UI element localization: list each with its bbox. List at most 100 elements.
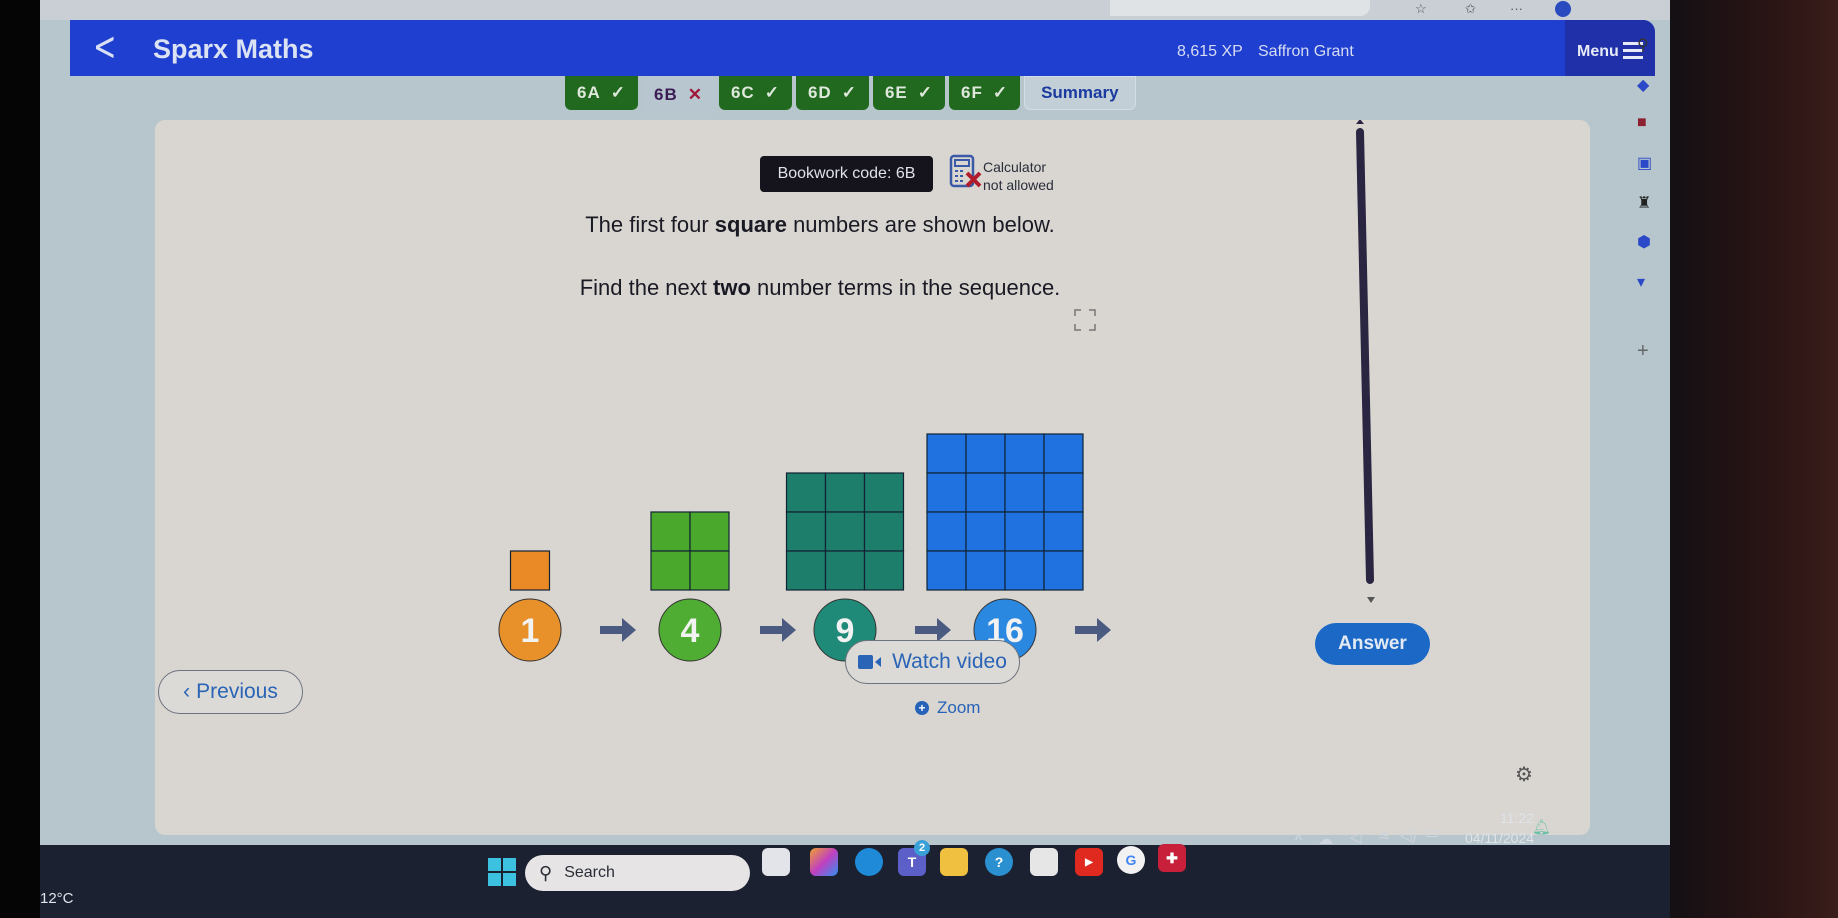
check-icon: ✓ bbox=[917, 83, 933, 102]
xp-counter: 8,615 XP bbox=[1177, 43, 1243, 60]
battery-icon[interactable]: ▭ bbox=[1425, 824, 1439, 842]
google-icon[interactable]: G bbox=[1117, 846, 1145, 874]
unit-square bbox=[926, 472, 967, 513]
add-icon[interactable]: + bbox=[1637, 340, 1649, 363]
tab-6d[interactable]: 6D ✓ bbox=[795, 76, 869, 110]
tab-summary[interactable]: Summary bbox=[1024, 76, 1136, 110]
answer-button[interactable]: Answer bbox=[1315, 623, 1430, 665]
unit-square bbox=[965, 511, 1006, 552]
windows-start-icon[interactable] bbox=[488, 858, 516, 886]
image-zoom-icon bbox=[1074, 309, 1096, 331]
chevron-up-icon[interactable]: ^ bbox=[1295, 832, 1302, 849]
clock-date: 04/11/2024 bbox=[1465, 830, 1535, 846]
edge-browser-icon[interactable] bbox=[855, 848, 883, 876]
help-icon[interactable]: ? bbox=[985, 848, 1013, 876]
cross-icon: ✕ bbox=[687, 85, 703, 104]
taskbar-search-input[interactable]: ⚲ Search bbox=[525, 855, 750, 891]
unit-square bbox=[1004, 433, 1045, 474]
teams-notification-badge: 2 bbox=[914, 840, 930, 856]
unit-square bbox=[1004, 550, 1045, 591]
unit-square bbox=[650, 550, 691, 591]
tab-6f[interactable]: 6F ✓ bbox=[948, 76, 1021, 110]
tab-6e[interactable]: 6E ✓ bbox=[872, 76, 945, 110]
unit-square bbox=[1043, 433, 1084, 474]
square-numbers-figure: 1 4 9 16 bbox=[498, 309, 1111, 662]
volume-icon[interactable]: ◁) bbox=[1400, 826, 1417, 844]
unit-square bbox=[965, 433, 1006, 474]
unit-square bbox=[863, 511, 905, 552]
unit-square bbox=[926, 550, 967, 591]
unit-square bbox=[1043, 511, 1084, 552]
microsoft-store-icon[interactable] bbox=[1030, 848, 1058, 876]
unit-square bbox=[1043, 472, 1084, 513]
profile-icon[interactable] bbox=[1555, 1, 1571, 17]
address-bar[interactable] bbox=[1110, 0, 1370, 16]
unit-square bbox=[650, 511, 691, 552]
calculator-label: Calculator bbox=[983, 159, 1047, 175]
video-camera-icon bbox=[858, 655, 882, 669]
chevron-left-icon: ‹ bbox=[183, 680, 191, 703]
question-line-1: The first four square numbers are shown … bbox=[155, 212, 1485, 238]
unit-square bbox=[863, 472, 905, 513]
tag-icon[interactable]: ◆ bbox=[1637, 75, 1649, 95]
tab-6a[interactable]: 6A ✓ bbox=[565, 76, 638, 110]
unit-square bbox=[863, 550, 905, 591]
task-view-icon[interactable] bbox=[762, 848, 790, 876]
youtube-icon[interactable]: ▶ bbox=[1075, 848, 1103, 876]
star-icon[interactable]: ☆ bbox=[1415, 1, 1427, 17]
file-explorer-icon[interactable] bbox=[940, 848, 968, 876]
menu-label: Menu bbox=[1577, 43, 1619, 60]
unit-square bbox=[965, 550, 1006, 591]
arrow-right-icon bbox=[1075, 618, 1111, 642]
task-tabs: 6A ✓ 6B ✕ 6C ✓ 6D ✓ 6E ✓ 6F ✓ Summary bbox=[565, 76, 1140, 114]
unit-square bbox=[926, 433, 967, 474]
scrollbar[interactable] bbox=[1350, 120, 1380, 610]
copilot-icon[interactable] bbox=[810, 848, 838, 876]
unit-square bbox=[1004, 511, 1045, 552]
calculator-rule: not allowed bbox=[983, 177, 1054, 193]
search-icon[interactable]: ⚲ bbox=[1637, 35, 1649, 55]
calculator-not-allowed-icon bbox=[949, 154, 982, 188]
unit-square bbox=[785, 550, 827, 591]
teams-icon[interactable]: T2 bbox=[898, 840, 930, 876]
unit-square bbox=[1004, 472, 1045, 513]
chevron-left-icon[interactable]: < bbox=[93, 24, 116, 70]
outlook-icon[interactable]: ▣ bbox=[1637, 153, 1652, 173]
weather-temperature[interactable]: 12°C bbox=[40, 890, 74, 907]
tab-6c[interactable]: 6C ✓ bbox=[718, 76, 792, 110]
screen: ☆ ✩ ··· < Sparx Maths 8,615 XP Saffron G… bbox=[40, 0, 1670, 918]
term-value: 9 bbox=[836, 612, 855, 650]
briefcase-icon[interactable]: ■ bbox=[1637, 114, 1647, 132]
screen-bezel-left bbox=[0, 0, 40, 918]
onedrive-cloud-icon[interactable]: ☁ bbox=[1318, 830, 1333, 848]
check-icon: ✓ bbox=[992, 83, 1009, 102]
bookmark-icon[interactable]: ▾ bbox=[1637, 272, 1645, 292]
check-icon: ✓ bbox=[764, 83, 780, 102]
unit-square bbox=[689, 550, 730, 591]
settings-hex-icon[interactable]: ⬢ bbox=[1637, 232, 1651, 252]
favorites-icon[interactable]: ✩ bbox=[1465, 1, 1476, 17]
more-icon[interactable]: ··· bbox=[1510, 1, 1523, 16]
zoom-label: Zoom bbox=[937, 698, 981, 717]
tab-label: 6E bbox=[884, 83, 908, 102]
tab-label: 6B bbox=[653, 85, 678, 104]
app-header: < Sparx Maths 8,615 XP Saffron Grant Men… bbox=[70, 20, 1655, 76]
question-card: Bookwork code: 6B Calculator not allowed… bbox=[155, 120, 1590, 835]
text: The first four bbox=[585, 212, 715, 237]
system-clock[interactable]: 11:22 04/11/2024 bbox=[1465, 808, 1534, 848]
uk-flag-icon[interactable]: ✚ bbox=[1158, 844, 1186, 872]
unit-square bbox=[926, 511, 967, 552]
notification-bell-icon[interactable]: 🔔︎ bbox=[1532, 818, 1551, 836]
settings-gear-icon[interactable]: ⚙ bbox=[1515, 762, 1533, 787]
chess-icon[interactable]: ♜ bbox=[1637, 193, 1651, 213]
search-icon: ⚲ bbox=[539, 862, 553, 883]
location-icon: ◁ bbox=[1350, 829, 1362, 846]
zoom-link[interactable]: + Zoom bbox=[915, 698, 980, 718]
unit-square bbox=[1043, 550, 1084, 591]
calculator-status: Calculator not allowed bbox=[983, 158, 1054, 194]
tab-6b[interactable]: 6B ✕ bbox=[641, 76, 715, 114]
unit-square bbox=[824, 511, 866, 552]
watch-video-button[interactable]: Watch video bbox=[845, 640, 1020, 684]
wifi-icon[interactable]: ≋ bbox=[1378, 826, 1391, 844]
previous-button[interactable]: ‹ Previous bbox=[158, 670, 303, 714]
